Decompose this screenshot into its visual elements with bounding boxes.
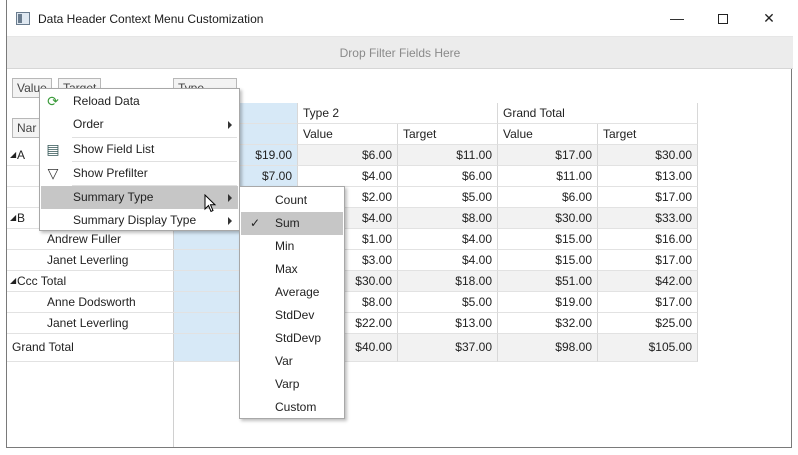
submenu-item-varp[interactable]: Varp: [241, 373, 343, 396]
data-cell[interactable]: $17.00: [598, 250, 698, 271]
data-cell[interactable]: $15.00: [498, 229, 598, 250]
submenu-item-label: Custom: [275, 400, 317, 414]
data-cell[interactable]: $25.00: [598, 313, 698, 334]
filter-drop-area[interactable]: Drop Filter Fields Here: [7, 37, 793, 69]
filter-icon: ▽: [47, 165, 59, 181]
maximize-button[interactable]: [700, 0, 746, 37]
subheader-value-2[interactable]: Value: [298, 124, 398, 145]
row-header-5[interactable]: Janet Leverling: [7, 250, 174, 271]
subheader-value-gt[interactable]: Value: [498, 124, 598, 145]
data-cell[interactable]: $4.00: [298, 166, 398, 187]
subheader-target-gt[interactable]: Target: [598, 124, 698, 145]
title-bar: Data Header Context Menu Customization —…: [7, 0, 793, 37]
submenu-item-label: Average: [275, 285, 320, 299]
data-cell[interactable]: $51.00: [498, 271, 598, 292]
row-header-9[interactable]: Grand Total: [7, 334, 174, 362]
mouse-cursor-icon: [204, 194, 217, 213]
submenu-item-min[interactable]: Min: [241, 235, 343, 258]
submenu-item-stddev[interactable]: StdDev: [241, 304, 343, 327]
data-cell[interactable]: $6.00: [498, 187, 598, 208]
data-cell[interactable]: $37.00: [398, 334, 498, 362]
app-icon: [16, 12, 30, 25]
submenu-item-label: Max: [275, 262, 298, 276]
data-cell[interactable]: $13.00: [598, 166, 698, 187]
data-cell[interactable]: $4.00: [398, 229, 498, 250]
submenu-item-label: Min: [275, 239, 295, 253]
submenu-item-custom[interactable]: Custom: [241, 396, 343, 419]
row-label: Ccc Total: [17, 274, 67, 288]
menu-item-show-prefilter[interactable]: ▽ Show Prefilter: [41, 162, 238, 185]
close-button[interactable]: ✕: [746, 0, 792, 37]
submenu-item-label: Var: [275, 354, 293, 368]
data-cell[interactable]: $5.00: [398, 187, 498, 208]
row-label: Janet Leverling: [47, 253, 129, 267]
row-label: A: [17, 148, 26, 162]
data-cell[interactable]: $11.00: [398, 145, 498, 166]
collapse-triangle-icon[interactable]: ◢: [10, 271, 16, 291]
data-cell[interactable]: $19.00: [498, 292, 598, 313]
data-cell[interactable]: $5.00: [398, 292, 498, 313]
data-cell[interactable]: $6.00: [398, 166, 498, 187]
submenu-item-sum[interactable]: ✓ Sum: [241, 212, 343, 235]
menu-item-order[interactable]: Order: [41, 113, 238, 136]
window-title: Data Header Context Menu Customization: [38, 12, 264, 26]
row-header-8[interactable]: Janet Leverling: [7, 313, 174, 334]
submenu-item-label: Count: [275, 193, 308, 207]
data-cell[interactable]: $105.00: [598, 334, 698, 362]
data-cell[interactable]: $11.00: [498, 166, 598, 187]
data-cell[interactable]: $30.00: [598, 145, 698, 166]
minimize-button[interactable]: —: [654, 0, 700, 37]
row-label: Andrew Fuller: [47, 232, 122, 246]
data-cell[interactable]: $17.00: [498, 145, 598, 166]
summary-type-submenu: Count ✓ Sum Min Max Average StdDev StdDevp Var Va…: [239, 186, 345, 419]
column-header-type2[interactable]: Type 2: [298, 103, 498, 124]
column-header-grand-total[interactable]: Grand Total: [498, 103, 698, 124]
chevron-right-icon: [228, 194, 232, 202]
submenu-item-count[interactable]: Count: [241, 189, 343, 212]
data-cell[interactable]: $4.00: [398, 250, 498, 271]
data-cell[interactable]: $17.00: [598, 292, 698, 313]
data-cell[interactable]: $98.00: [498, 334, 598, 362]
submenu-item-label: StdDevp: [275, 331, 322, 345]
submenu-item-average[interactable]: Average: [241, 281, 343, 304]
collapse-triangle-icon[interactable]: ◢: [10, 208, 16, 228]
submenu-item-var[interactable]: Var: [241, 350, 343, 373]
submenu-item-label: Varp: [275, 377, 300, 391]
row-header-7[interactable]: Anne Dodsworth: [7, 292, 174, 313]
data-cell[interactable]: $8.00: [398, 208, 498, 229]
data-cell[interactable]: $18.00: [398, 271, 498, 292]
row-label: Janet Leverling: [47, 316, 129, 330]
row-label: Grand Total: [12, 340, 74, 354]
data-cell[interactable]: $16.00: [598, 229, 698, 250]
data-cell[interactable]: $30.00: [498, 208, 598, 229]
data-cell[interactable]: $6.00: [298, 145, 398, 166]
data-cell[interactable]: $42.00: [598, 271, 698, 292]
data-cell[interactable]: $13.00: [398, 313, 498, 334]
checkmark-icon: ✓: [250, 216, 261, 230]
submenu-item-stddevp[interactable]: StdDevp: [241, 327, 343, 350]
data-cell[interactable]: $33.00: [598, 208, 698, 229]
submenu-item-label: Sum: [275, 216, 300, 230]
row-header-4[interactable]: Andrew Fuller: [7, 229, 174, 250]
chevron-right-icon: [228, 121, 232, 129]
row-label: Anne Dodsworth: [47, 295, 136, 309]
maximize-icon: [718, 14, 728, 25]
menu-item-show-field-list[interactable]: ▤ Show Field List: [41, 138, 238, 161]
menu-item-reload-data[interactable]: ⟳ Reload Data: [41, 90, 238, 113]
row-label: B: [17, 211, 26, 225]
field-list-icon: ▤: [46, 141, 60, 157]
app-window: Data Header Context Menu Customization —…: [6, 0, 793, 448]
data-cell[interactable]: $17.00: [598, 187, 698, 208]
submenu-item-label: StdDev: [275, 308, 315, 322]
submenu-item-max[interactable]: Max: [241, 258, 343, 281]
row-header-6[interactable]: ◢ Ccc Total: [7, 271, 174, 292]
chevron-right-icon: [228, 217, 232, 225]
refresh-icon: ⟳: [47, 93, 59, 109]
data-cell[interactable]: $32.00: [498, 313, 598, 334]
subheader-target-2[interactable]: Target: [398, 124, 498, 145]
collapse-triangle-icon[interactable]: ◢: [10, 145, 16, 165]
data-cell[interactable]: $15.00: [498, 250, 598, 271]
